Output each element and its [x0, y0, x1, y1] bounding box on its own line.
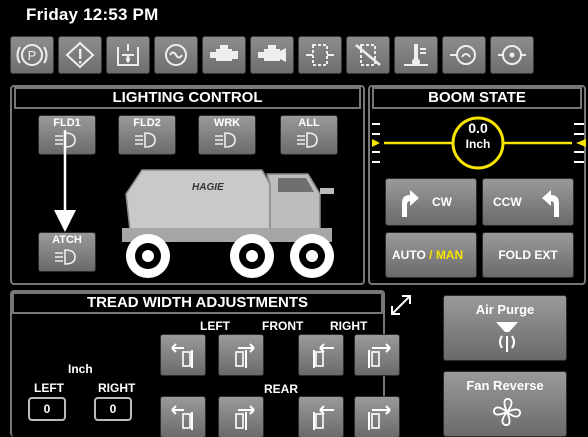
fold-ext-label: FOLD EXT [498, 248, 558, 262]
auto-man-toggle[interactable]: AUTO / MAN [385, 232, 477, 278]
tank-level-icon[interactable] [106, 36, 150, 74]
fan-reverse-icon [493, 398, 521, 426]
tread-retract-icon [171, 343, 193, 368]
air-purge-label: Air Purge [475, 302, 535, 317]
tread-extend-icon [368, 405, 391, 430]
hagie-logo: HAGIE [192, 182, 224, 193]
expand-icon[interactable] [388, 292, 414, 318]
headlight-icon [215, 132, 236, 148]
auto-label: AUTO [392, 248, 426, 262]
cw-button[interactable]: CW [385, 178, 477, 226]
front-left-label: LEFT [200, 319, 230, 333]
atch-label: ATCH [52, 234, 82, 246]
front-left-retract-button[interactable] [160, 334, 206, 376]
left-tread-value[interactable]: 0 [28, 397, 66, 421]
filter-blocked-icon[interactable] [346, 36, 390, 74]
tread-extend-icon [235, 343, 255, 368]
rear-label: REAR [264, 382, 299, 396]
right-value-label: RIGHT [98, 381, 136, 395]
sprayer-machine-image: HAGIE [122, 169, 334, 278]
fan-reverse-button[interactable]: Fan Reverse [443, 371, 567, 437]
all-label: ALL [298, 117, 320, 129]
headlight-icon [135, 132, 156, 148]
fold-ext-button[interactable]: FOLD EXT [482, 232, 574, 278]
rear-right-extend-button[interactable] [354, 396, 400, 437]
right-tread-value[interactable]: 0 [94, 397, 132, 421]
parking-brake-icon[interactable]: P [10, 36, 54, 74]
svg-text:P: P [28, 48, 37, 63]
tread-retract-icon [313, 343, 334, 368]
warning-icon-strip: P [10, 36, 588, 76]
rotate-ccw-icon [542, 190, 559, 217]
front-right-extend-button[interactable] [354, 334, 400, 376]
rotate-cw-icon [402, 190, 419, 217]
fld2-light-button[interactable]: FLD2 [118, 115, 176, 155]
front-left-extend-button[interactable] [218, 334, 264, 376]
transmission-temp-icon[interactable] [394, 36, 438, 74]
wrk-label: WRK [213, 117, 241, 129]
tread-extend-icon [368, 343, 391, 368]
atch-light-button[interactable]: ATCH [38, 232, 96, 272]
front-right-label: RIGHT [330, 319, 368, 333]
warning-icon[interactable] [58, 36, 102, 74]
all-light-button[interactable]: ALL [280, 115, 338, 155]
boom-level-value: 0.0 [468, 120, 488, 136]
tread-extend-icon [235, 405, 255, 430]
rear-right-retract-button[interactable] [298, 396, 344, 437]
inch-unit-label: Inch [68, 362, 93, 376]
cw-label: CW [432, 195, 452, 209]
boom-state-title: BOOM STATE [372, 87, 582, 109]
left-value-label: LEFT [34, 381, 64, 395]
headlight-icon [55, 249, 76, 265]
air-purge-icon [496, 322, 518, 352]
air-purge-button[interactable]: Air Purge [443, 295, 567, 361]
filter-icon[interactable] [298, 36, 342, 74]
headlight-icon [297, 132, 318, 148]
tread-retract-icon [171, 405, 193, 430]
fld1-label: FLD1 [53, 117, 81, 129]
boom-level-unit: Inch [465, 137, 491, 151]
clock: Friday 12:53 PM [26, 5, 159, 24]
rear-left-retract-button[interactable] [160, 396, 206, 437]
ccw-label: CCW [493, 195, 522, 209]
wrk-light-button[interactable]: WRK [198, 115, 256, 155]
hydraulic-icon[interactable] [442, 36, 486, 74]
man-label: MAN [435, 248, 464, 262]
front-right-retract-button[interactable] [298, 334, 344, 376]
ccw-button[interactable]: CCW [482, 178, 574, 226]
turbo-icon[interactable] [154, 36, 198, 74]
tread-width-title: TREAD WIDTH ADJUSTMENTS [12, 292, 383, 314]
engine-icon[interactable] [202, 36, 246, 74]
mode-separator: / [429, 248, 433, 262]
engine-alt-icon[interactable] [250, 36, 294, 74]
fan-reverse-label: Fan Reverse [466, 378, 544, 393]
fan-icon[interactable] [490, 36, 534, 74]
status-bar: Friday 12:53 PM [0, 0, 588, 34]
tread-retract-icon [313, 405, 334, 430]
lighting-control-title: LIGHTING CONTROL [14, 87, 361, 109]
front-label: FRONT [262, 319, 304, 333]
down-arrow-icon [54, 130, 76, 232]
fld2-label: FLD2 [133, 117, 161, 129]
rear-left-extend-button[interactable] [218, 396, 264, 437]
